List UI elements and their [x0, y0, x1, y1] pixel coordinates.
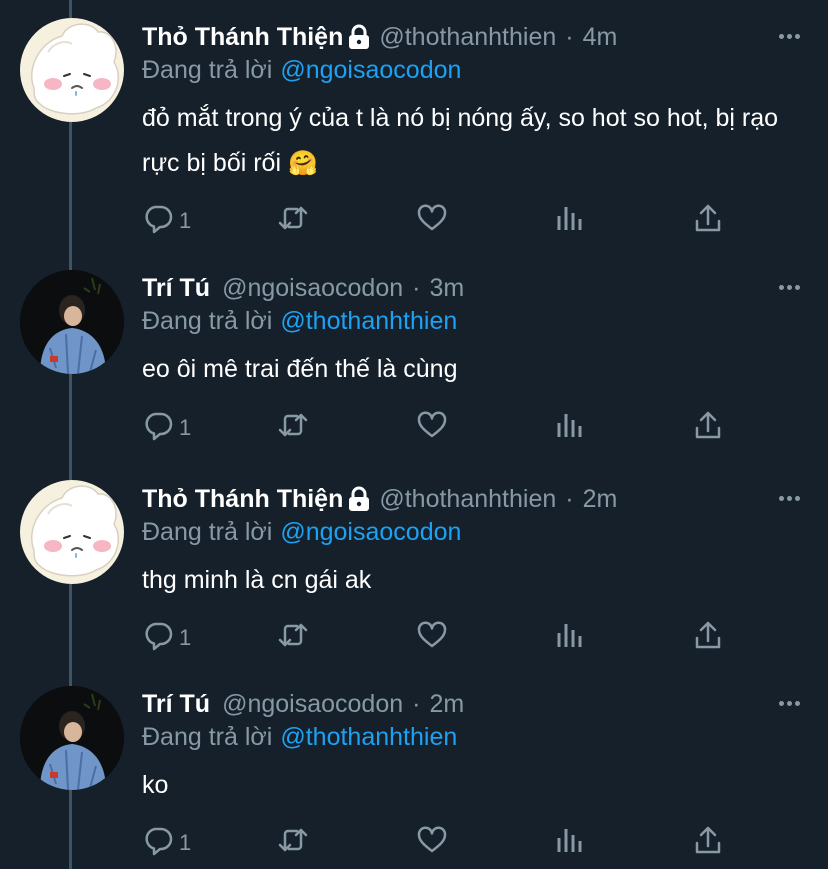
display-name[interactable]: Thỏ Thánh Thiện [142, 23, 343, 52]
more-icon[interactable] [779, 701, 800, 706]
replying-to: Đang trả lời @thothanhthien [142, 307, 457, 336]
reply-button[interactable]: 1 [142, 824, 191, 861]
tweet-actions: 1 [142, 824, 732, 864]
tweet-text-content: đỏ mắt trong ý của t là nó bị nóng ấy, s… [142, 104, 779, 177]
replying-to-label: Đang trả lời [142, 723, 273, 751]
tweet-text-content: thg minh là cn gái ak [142, 566, 372, 594]
like-button[interactable] [416, 619, 448, 656]
reply-button[interactable]: 1 [142, 202, 191, 239]
tweet-actions: 1 [142, 409, 732, 449]
timestamp[interactable]: 2m [429, 690, 464, 719]
retweet-icon [277, 824, 309, 861]
like-button[interactable] [416, 409, 448, 446]
reply-button[interactable]: 1 [142, 619, 191, 656]
share-icon [692, 409, 724, 446]
more-icon[interactable] [779, 285, 800, 290]
share-icon [692, 202, 724, 239]
replying-to: Đang trả lời @thothanhthien [142, 723, 457, 752]
mention-link[interactable]: @thothanhthien [280, 723, 457, 751]
reply-icon [142, 824, 174, 861]
heart-icon [416, 824, 448, 861]
share-button[interactable] [692, 409, 724, 446]
heart-icon [416, 202, 448, 239]
mention-link[interactable]: @thothanhthien [280, 307, 457, 335]
lock-icon [347, 24, 371, 50]
tweet-text-content: eo ôi mê trai đến thế là cùng [142, 355, 458, 383]
analytics-icon [554, 202, 586, 239]
analytics-icon [554, 824, 586, 861]
reply-icon [142, 202, 174, 239]
reply-count: 1 [179, 207, 192, 233]
separator-dot: · [412, 689, 421, 718]
retweet-icon [277, 202, 309, 239]
tweet-text: ko [142, 763, 802, 808]
avatar[interactable] [20, 480, 124, 584]
more-icon[interactable] [779, 34, 800, 39]
reply-icon [142, 409, 174, 446]
reply-count: 1 [179, 829, 192, 855]
like-button[interactable] [416, 202, 448, 239]
analytics-button[interactable] [554, 202, 586, 239]
hugging-emoji: 🤗 [287, 150, 318, 177]
share-button[interactable] [692, 619, 724, 656]
analytics-icon [554, 619, 586, 656]
tweet-text: thg minh là cn gái ak [142, 558, 802, 603]
timestamp[interactable]: 4m [583, 23, 618, 52]
user-handle[interactable]: @ngoisaocodon [222, 690, 403, 719]
replying-to-label: Đang trả lời [142, 56, 273, 84]
retweet-icon [277, 619, 309, 656]
timestamp[interactable]: 3m [429, 274, 464, 303]
share-icon [692, 619, 724, 656]
replying-to: Đang trả lời @ngoisaocodon [142, 518, 461, 547]
avatar[interactable] [20, 270, 124, 374]
replying-to-label: Đang trả lời [142, 518, 273, 546]
separator-dot: · [412, 273, 421, 302]
mention-link[interactable]: @ngoisaocodon [280, 518, 461, 546]
user-handle[interactable]: @thothanhthien [379, 485, 556, 514]
more-icon[interactable] [779, 496, 800, 501]
reply-button[interactable]: 1 [142, 409, 191, 446]
retweet-icon [277, 409, 309, 446]
retweet-button[interactable] [277, 824, 309, 861]
display-name[interactable]: Trí Tú [142, 274, 210, 303]
display-name[interactable]: Thỏ Thánh Thiện [142, 485, 343, 514]
tweet-text: eo ôi mê trai đến thế là cùng [142, 347, 802, 392]
tweet-header: Thỏ Thánh Thiện @thothanhthien · 4m [142, 19, 617, 55]
tweet-text-content: ko [142, 771, 169, 799]
analytics-button[interactable] [554, 619, 586, 656]
heart-icon [416, 409, 448, 446]
retweet-button[interactable] [277, 619, 309, 656]
separator-dot: · [565, 22, 574, 51]
display-name[interactable]: Trí Tú [142, 690, 210, 719]
reply-count: 1 [179, 624, 192, 650]
analytics-icon [554, 409, 586, 446]
separator-dot: · [565, 484, 574, 513]
analytics-button[interactable] [554, 824, 586, 861]
user-handle[interactable]: @ngoisaocodon [222, 274, 403, 303]
replying-to-label: Đang trả lời [142, 307, 273, 335]
retweet-button[interactable] [277, 409, 309, 446]
mention-link[interactable]: @ngoisaocodon [280, 56, 461, 84]
user-handle[interactable]: @thothanhthien [379, 23, 556, 52]
tweet-header: Trí Tú @ngoisaocodon · 2m [142, 686, 464, 722]
avatar[interactable] [20, 18, 124, 122]
reply-icon [142, 619, 174, 656]
lock-icon [347, 486, 371, 512]
avatar[interactable] [20, 686, 124, 790]
share-button[interactable] [692, 824, 724, 861]
tweet-actions: 1 [142, 202, 732, 242]
tweet-actions: 1 [142, 619, 732, 659]
reply-count: 1 [179, 414, 192, 440]
tweet-header: Thỏ Thánh Thiện @thothanhthien · 2m [142, 481, 617, 517]
analytics-button[interactable] [554, 409, 586, 446]
tweet-text: đỏ mắt trong ý của t là nó bị nóng ấy, s… [142, 96, 802, 186]
retweet-button[interactable] [277, 202, 309, 239]
tweet-header: Trí Tú @ngoisaocodon · 3m [142, 270, 464, 306]
share-button[interactable] [692, 202, 724, 239]
heart-icon [416, 619, 448, 656]
like-button[interactable] [416, 824, 448, 861]
replying-to: Đang trả lời @ngoisaocodon [142, 56, 461, 85]
timestamp[interactable]: 2m [583, 485, 618, 514]
share-icon [692, 824, 724, 861]
